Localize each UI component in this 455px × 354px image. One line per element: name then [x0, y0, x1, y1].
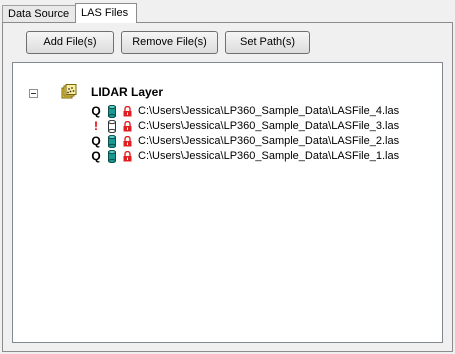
cylinder-icon [108, 105, 116, 118]
las-file-tree[interactable]: LIDAR Layer Q C:\Users\Jessica\LP360_Sam… [12, 62, 443, 343]
lock-icon [123, 151, 132, 162]
query-status-icon: Q [91, 149, 101, 163]
las-files-dialog: Data Source LAS Files Add File(s) Remove… [0, 0, 455, 354]
file-path-label: C:\Users\Jessica\LP360_Sample_Data\LASFi… [138, 120, 400, 132]
query-status-icon: Q [91, 134, 101, 148]
warning-status-icon: ! [94, 119, 98, 133]
tab-strip: Data Source LAS Files [2, 3, 137, 23]
add-files-button[interactable]: Add File(s) [26, 31, 114, 54]
remove-files-button[interactable]: Remove File(s) [121, 31, 218, 54]
file-path-label: C:\Users\Jessica\LP360_Sample_Data\LASFi… [138, 150, 400, 162]
las-files-panel: Add File(s) Remove File(s) Set Path(s) L… [2, 22, 453, 352]
tab-las-files[interactable]: LAS Files [75, 3, 137, 23]
lock-icon [123, 106, 132, 117]
file-path-label: C:\Users\Jessica\LP360_Sample_Data\LASFi… [138, 105, 400, 117]
set-paths-button[interactable]: Set Path(s) [225, 31, 310, 54]
cylinder-outline-icon [108, 120, 116, 133]
collapse-toggle-icon[interactable] [29, 89, 38, 98]
lock-icon [123, 136, 132, 147]
file-path-label: C:\Users\Jessica\LP360_Sample_Data\LASFi… [138, 135, 400, 147]
cylinder-icon [108, 150, 116, 163]
file-row[interactable]: Q C:\Users\Jessica\LP360_Sample_Data\LAS… [90, 104, 430, 119]
query-status-icon: Q [91, 104, 101, 118]
lock-icon [123, 121, 132, 132]
lidar-layer-label[interactable]: LIDAR Layer [91, 85, 163, 99]
cylinder-icon [108, 135, 116, 148]
lidar-layer-icon [61, 84, 77, 99]
file-row[interactable]: ! C:\Users\Jessica\LP360_Sample_Data\LAS… [90, 119, 430, 134]
file-row[interactable]: Q C:\Users\Jessica\LP360_Sample_Data\LAS… [90, 134, 430, 149]
file-row[interactable]: Q C:\Users\Jessica\LP360_Sample_Data\LAS… [90, 149, 430, 164]
tab-data-source[interactable]: Data Source [2, 5, 76, 23]
